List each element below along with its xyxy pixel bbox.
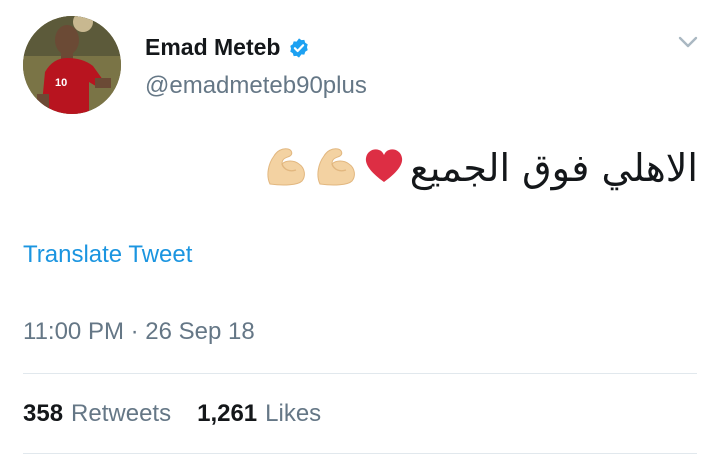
jersey-number: 10 bbox=[55, 77, 67, 89]
tweet-text: الاهلي فوق الجميع bbox=[409, 146, 698, 190]
retweets-count: 358 bbox=[23, 400, 64, 427]
flexed-biceps-icon bbox=[264, 146, 308, 191]
tweet-stats: 358 Retweets 1,261 Likes bbox=[23, 400, 347, 428]
red-heart-icon bbox=[364, 148, 404, 189]
display-name[interactable]: Emad Meteb bbox=[145, 34, 280, 61]
retweets-label: Retweets bbox=[71, 400, 172, 427]
tweet-card: 10 Emad Meteb @emadmeteb90plus الاهلي فو… bbox=[0, 0, 720, 457]
divider bbox=[23, 373, 697, 374]
flexed-biceps-icon bbox=[314, 146, 358, 191]
likes-stat[interactable]: 1,261 Likes bbox=[197, 400, 321, 428]
tweet-timestamp[interactable]: 11:00 PM · 26 Sep 18 bbox=[23, 318, 255, 346]
verified-badge-icon bbox=[288, 37, 310, 59]
chevron-down-icon[interactable] bbox=[677, 34, 699, 50]
user-handle[interactable]: @emadmeteb90plus bbox=[145, 72, 367, 100]
tweet-body: الاهلي فوق الجميع bbox=[264, 140, 698, 196]
retweets-stat[interactable]: 358 Retweets bbox=[23, 400, 171, 428]
translate-tweet-link[interactable]: Translate Tweet bbox=[23, 241, 192, 269]
avatar[interactable]: 10 bbox=[23, 16, 121, 114]
likes-label: Likes bbox=[265, 400, 322, 427]
avatar-image: 10 bbox=[23, 16, 121, 114]
user-name-row: Emad Meteb bbox=[145, 34, 310, 61]
likes-count: 1,261 bbox=[197, 400, 258, 427]
divider bbox=[23, 453, 697, 454]
